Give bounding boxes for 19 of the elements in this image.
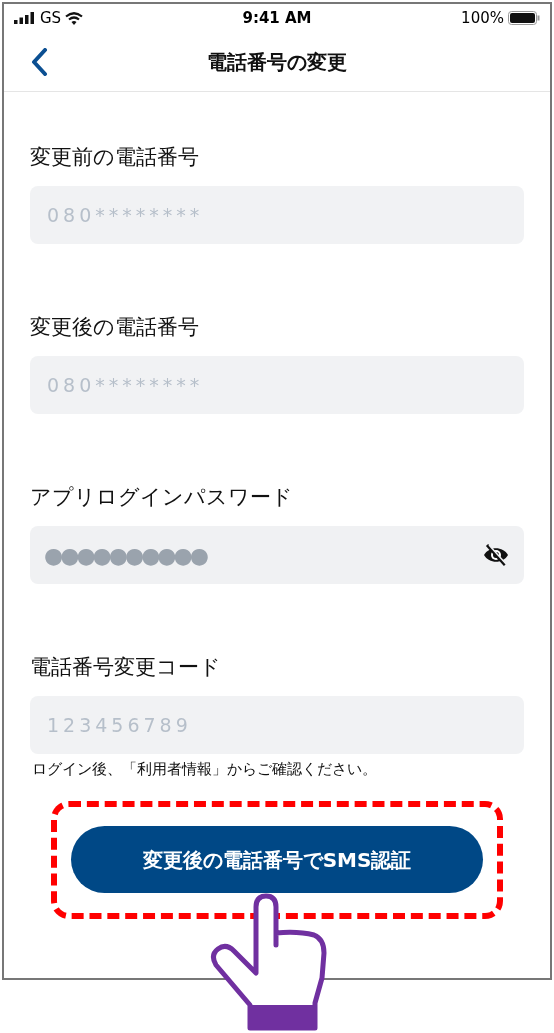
battery-icon xyxy=(508,11,540,25)
screen-title: 電話番号の変更 xyxy=(207,48,347,76)
eye-off-icon[interactable] xyxy=(482,543,510,567)
signal-icon xyxy=(14,12,36,24)
input-field[interactable]: 080******** xyxy=(30,356,524,414)
battery-percent: 100% xyxy=(461,7,504,29)
input-field[interactable]: 123456789 xyxy=(30,696,524,754)
input-field[interactable]: 080******** xyxy=(30,186,524,244)
carrier-name: GS xyxy=(40,7,62,29)
field-label: アプリログインパスワード xyxy=(30,484,294,511)
sms-verify-button[interactable]: 変更後の電話番号でSMS認証 xyxy=(71,826,483,893)
back-icon[interactable] xyxy=(30,47,48,76)
hint-text: ログイン後、「利用者情報」からご確認ください。 xyxy=(31,759,378,780)
field-label: 電話番号変更コード xyxy=(30,654,222,681)
password-value: ●●●●●●●●●● xyxy=(44,541,206,570)
status-time: 9:41 AM xyxy=(242,7,312,29)
wifi-icon xyxy=(65,11,84,25)
field-label: 変更後の電話番号 xyxy=(30,314,200,341)
field-label: 変更前の電話番号 xyxy=(30,144,200,171)
